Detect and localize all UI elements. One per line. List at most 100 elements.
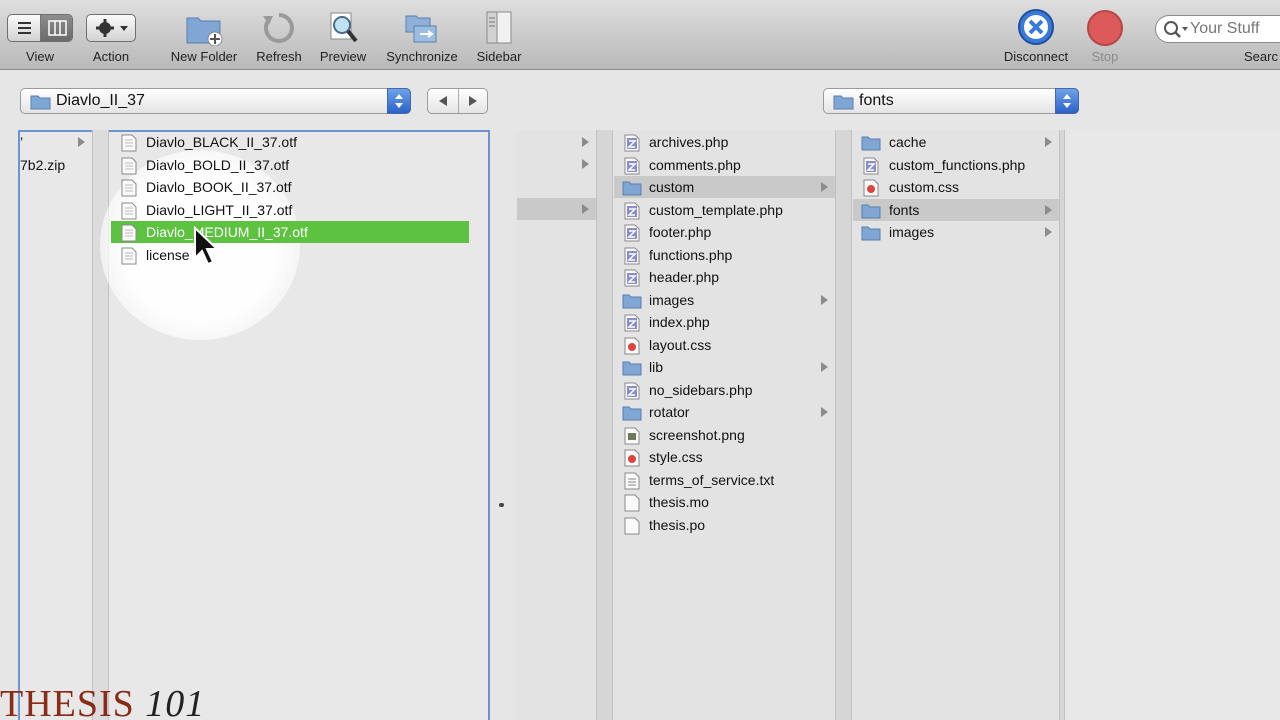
css-file-icon xyxy=(863,179,879,197)
synchronize-label: Synchronize xyxy=(386,49,458,64)
list-item[interactable]: Diavlo_BOOK_II_37.otf xyxy=(111,176,469,198)
preview-icon xyxy=(330,12,358,43)
list-item[interactable]: thesis.mo xyxy=(614,491,835,513)
synchronize-icon xyxy=(405,15,437,43)
column-divider xyxy=(835,130,852,720)
preview-label: Preview xyxy=(319,49,367,64)
list-item[interactable]: no_sidebars.php xyxy=(614,379,835,401)
list-item[interactable]: thesis.po xyxy=(614,514,835,536)
list-item[interactable]: comments.php xyxy=(614,154,835,176)
list-item[interactable]: screenshot.png xyxy=(614,424,835,446)
chevron-right-icon xyxy=(821,362,828,372)
list-item[interactable]: archives.php xyxy=(614,131,835,153)
list-item[interactable]: images xyxy=(853,221,1059,243)
cursor-arrow-icon xyxy=(194,226,220,266)
stop-button[interactable]: Stop xyxy=(1082,0,1128,70)
list-item-label: index.php xyxy=(649,314,710,330)
watermark-number: 101 xyxy=(145,683,206,720)
list-item[interactable]: layout.css xyxy=(614,334,835,356)
synchronize-button[interactable]: Synchronize xyxy=(378,0,466,70)
preview-button[interactable]: Preview xyxy=(314,0,372,70)
folder-icon xyxy=(622,181,642,196)
php-file-icon xyxy=(624,224,640,242)
php-file-icon xyxy=(624,314,640,332)
list-item[interactable]: custom.css xyxy=(853,176,1059,198)
list-item[interactable] xyxy=(517,198,596,220)
php-file-icon xyxy=(624,269,640,287)
arrow-left-icon xyxy=(439,96,447,106)
remote-path-popup[interactable]: fonts xyxy=(823,88,1079,114)
disconnect-icon xyxy=(1018,9,1054,45)
sidebar-label: Sidebar xyxy=(476,49,522,64)
list-item[interactable] xyxy=(517,153,596,175)
column-divider xyxy=(596,130,613,720)
list-item[interactable]: lib xyxy=(614,356,835,378)
list-item[interactable] xyxy=(517,131,596,153)
list-item-label: custom_functions.php xyxy=(889,156,1026,173)
chevron-right-icon xyxy=(78,137,85,147)
list-item[interactable]: custom_template.php xyxy=(614,199,835,221)
list-item-label: images xyxy=(649,291,695,308)
list-item-label: style.css xyxy=(649,449,703,465)
list-item[interactable]: functions.php xyxy=(614,244,835,266)
list-item[interactable]: custom_functions.php xyxy=(853,154,1059,176)
remote-path-label: fonts xyxy=(859,92,894,109)
search-icon xyxy=(1164,21,1188,38)
list-item[interactable]: fonts xyxy=(853,198,1059,221)
list-item-label: archives.php xyxy=(649,134,729,150)
list-item-label: Diavlo_LIGHT_II_37.otf xyxy=(146,201,293,218)
chevron-right-icon xyxy=(1045,204,1052,215)
local-path-popup[interactable]: Diavlo_II_37 xyxy=(20,88,411,114)
list-item-label: Diavlo_BLACK_II_37.otf xyxy=(146,134,297,150)
disconnect-button[interactable]: Disconnect xyxy=(996,0,1076,70)
font-file-icon xyxy=(121,224,137,242)
list-item-label: custom xyxy=(649,179,695,195)
font-file-icon xyxy=(121,247,137,264)
refresh-button[interactable]: Refresh xyxy=(250,0,308,70)
list-item-label: custom_template.php xyxy=(649,201,783,218)
list-item[interactable]: header.php xyxy=(614,266,835,288)
action-group: Action xyxy=(76,0,146,70)
list-item-label: lib xyxy=(649,359,664,375)
forward-button[interactable] xyxy=(459,89,489,113)
list-item[interactable]: custom xyxy=(614,176,835,198)
watermark-title: THESIS xyxy=(0,683,135,720)
chevron-right-icon xyxy=(1045,227,1052,237)
list-item[interactable]: Diavlo_BLACK_II_37.otf xyxy=(111,131,469,153)
txt-file-icon xyxy=(624,472,640,489)
list-item-label: comments.php xyxy=(649,156,741,173)
php-file-icon xyxy=(624,382,640,399)
back-button[interactable] xyxy=(428,89,458,113)
list-item[interactable]: Diavlo_LIGHT_II_37.otf xyxy=(111,199,469,221)
list-item[interactable]: license xyxy=(111,244,469,266)
list-item[interactable]: cache xyxy=(853,131,1059,153)
chevron-right-icon xyxy=(821,294,828,305)
list-item[interactable]: style.css xyxy=(614,446,835,468)
php-file-icon xyxy=(624,202,640,219)
view-label: View xyxy=(26,49,54,64)
action-label: Action xyxy=(92,49,130,64)
arrow-right-icon xyxy=(469,96,477,106)
popup-arrows-icon xyxy=(387,88,411,114)
list-item-label: Diavlo_BOLD_II_37.otf xyxy=(146,156,290,173)
list-item[interactable]: ’ xyxy=(20,131,92,153)
sidebar-button[interactable]: Sidebar xyxy=(470,0,528,70)
list-item[interactable]: images xyxy=(614,289,835,311)
css-file-icon xyxy=(624,449,640,467)
list-item[interactable]: index.php xyxy=(614,311,835,333)
navigation-buttons xyxy=(427,88,488,114)
list-item[interactable]: 7b2.zip xyxy=(20,154,92,176)
remote-column-fonts xyxy=(1065,130,1280,720)
new-folder-button[interactable]: New Folder xyxy=(164,0,244,70)
list-item-label: 7b2.zip xyxy=(20,156,66,173)
list-item[interactable]: footer.php xyxy=(614,221,835,243)
php-file-icon xyxy=(624,157,640,174)
column-resize-handle[interactable] xyxy=(499,503,504,507)
list-item[interactable]: terms_of_service.txt xyxy=(614,469,835,491)
list-item[interactable]: Diavlo_MEDIUM_II_37.otf xyxy=(111,221,469,243)
list-item-label: screenshot.png xyxy=(649,426,745,443)
view-group: View xyxy=(0,0,80,70)
list-item[interactable]: Diavlo_BOLD_II_37.otf xyxy=(111,154,469,176)
list-item[interactable]: rotator xyxy=(614,401,835,423)
new-folder-icon xyxy=(186,17,223,46)
